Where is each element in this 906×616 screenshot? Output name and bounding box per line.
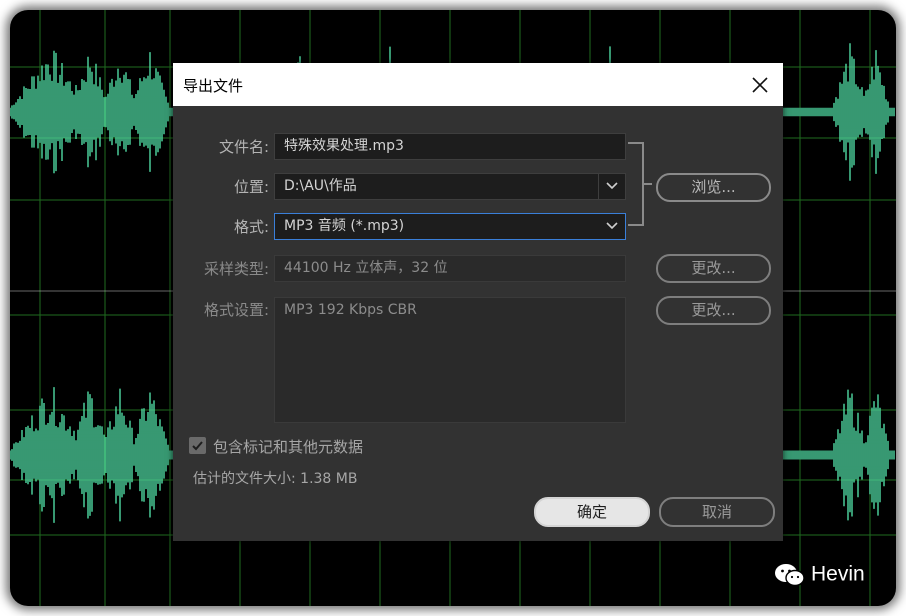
format-select[interactable]: MP3 音频 (*.mp3) <box>274 213 626 240</box>
audio-editor-background: 导出文件 文件名: 特殊效果处理.mp3 位置: D:\AU\作品 格式: MP… <box>10 10 896 606</box>
include-markers-label: 包含标记和其他元数据 <box>213 438 364 456</box>
watermark-text: Hevin <box>811 562 865 586</box>
dialog-titlebar: 导出文件 <box>173 63 783 106</box>
estimated-file-size: 估计的文件大小: 1.38 MB <box>193 471 358 487</box>
bracket-connector <box>644 183 652 185</box>
cancel-button[interactable]: 取消 <box>659 497 775 527</box>
location-format-bracket <box>628 142 644 226</box>
close-icon[interactable] <box>749 74 771 96</box>
browse-button[interactable]: 浏览... <box>656 173 771 202</box>
chevron-down-icon <box>606 222 618 230</box>
format-settings-label: 格式设置: <box>203 301 269 319</box>
format-label: 格式: <box>233 218 269 236</box>
include-markers-checkbox[interactable] <box>189 437 206 454</box>
chevron-down-icon <box>606 182 618 190</box>
sample-type-field: 44100 Hz 立体声，32 位 <box>274 255 626 282</box>
dialog-title: 导出文件 <box>183 77 244 95</box>
format-dropdown-button[interactable] <box>599 214 625 239</box>
location-dropdown-button[interactable] <box>598 174 625 199</box>
sample-type-value: 44100 Hz 立体声，32 位 <box>284 260 448 276</box>
format-value: MP3 音频 (*.mp3) <box>284 218 405 234</box>
filename-label: 文件名: <box>218 138 269 156</box>
export-file-dialog: 导出文件 文件名: 特殊效果处理.mp3 位置: D:\AU\作品 格式: MP… <box>173 63 783 541</box>
wechat-icon <box>775 564 805 587</box>
watermark: Hevin <box>774 562 865 588</box>
location-label: 位置: <box>233 178 269 196</box>
change-sample-type-button[interactable]: 更改... <box>656 254 771 283</box>
sample-type-label: 采样类型: <box>203 260 269 278</box>
location-select[interactable]: D:\AU\作品 <box>274 173 626 200</box>
format-settings-value: MP3 192 Kbps CBR <box>284 302 417 318</box>
filename-input[interactable]: 特殊效果处理.mp3 <box>274 133 626 160</box>
filename-value: 特殊效果处理.mp3 <box>284 138 404 154</box>
format-settings-field: MP3 192 Kbps CBR <box>274 297 626 423</box>
ok-button[interactable]: 确定 <box>534 497 650 527</box>
change-format-settings-button[interactable]: 更改... <box>656 296 771 325</box>
location-value: D:\AU\作品 <box>284 178 357 194</box>
checkmark-icon <box>192 441 203 451</box>
